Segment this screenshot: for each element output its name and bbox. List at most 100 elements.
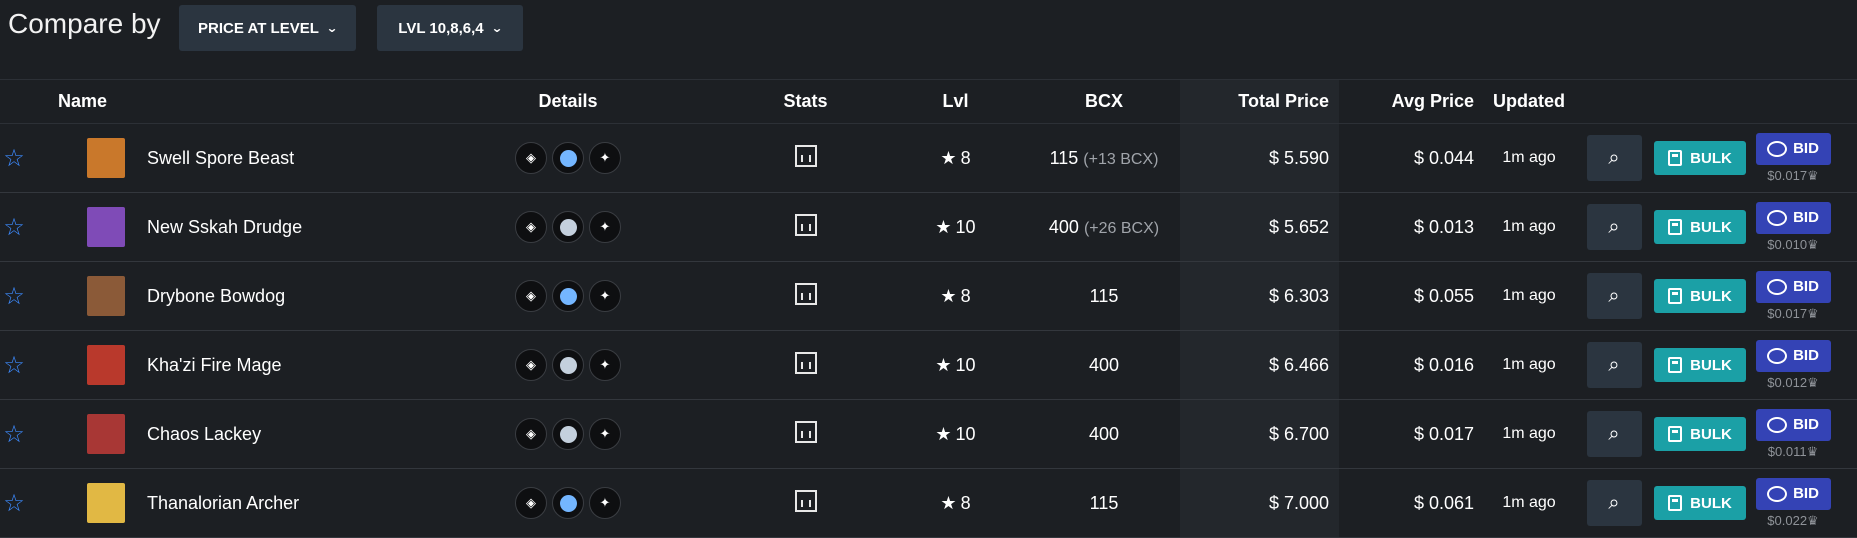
bid-button[interactable]: BID <box>1755 339 1831 372</box>
bid-price-value: $0.017 <box>1767 305 1808 321</box>
compare-dropdown[interactable]: PRICE AT LEVEL ⌄ <box>179 5 356 51</box>
stats-icon[interactable] <box>794 282 817 305</box>
coins-icon <box>1767 209 1788 226</box>
favorite-star-icon[interactable]: ☆ <box>0 192 28 262</box>
bid-button[interactable]: BID <box>1755 201 1831 234</box>
avg-price: $ 0.061 <box>1339 468 1484 538</box>
level-star-icon: ★ <box>935 216 952 237</box>
bulk-label: BULK <box>1690 218 1732 236</box>
bulk-label: BULK <box>1690 425 1732 443</box>
edition-icon: ◈ <box>515 211 547 243</box>
skull-icon: ✦ <box>589 211 621 243</box>
card-name: New Sskah Drudge <box>147 216 303 237</box>
search-button[interactable]: ⌕ <box>1586 273 1642 319</box>
bid-label: BID <box>1793 140 1819 157</box>
total-price: $ 6.466 <box>1180 330 1339 400</box>
top-bar: Compare by PRICE AT LEVEL ⌄ LVL 10,8,6,4 ⌄ <box>0 0 1857 78</box>
bid-button[interactable]: BID <box>1755 270 1831 303</box>
bid-price: $0.017♛ <box>1767 306 1818 322</box>
stats-icon[interactable] <box>794 420 817 443</box>
chevron-down-icon: ⌄ <box>325 21 338 35</box>
search-icon: ⌕ <box>1608 353 1620 376</box>
crossed-swords-icon: ✦ <box>589 418 621 450</box>
rarity-dot-icon <box>552 418 584 450</box>
calculator-icon <box>1668 150 1683 166</box>
card-avatar <box>87 345 125 385</box>
card-bcx: 400 <box>1088 354 1120 375</box>
level-star-icon: ★ <box>935 354 952 375</box>
card-details: ◈ ✦ <box>448 211 688 243</box>
favorite-star-icon[interactable]: ☆ <box>0 330 28 400</box>
edition-icon: ◈ <box>515 280 547 312</box>
edition-icon: ◈ <box>515 487 547 519</box>
table-row[interactable]: ☆ Thanalorian Archer ◈ ✦ ★ 8 115 $ 7.000 … <box>0 468 1857 538</box>
avg-price: $ 0.055 <box>1339 261 1484 331</box>
coins-icon <box>1767 278 1788 295</box>
stats-icon[interactable] <box>794 213 817 236</box>
favorite-star-icon[interactable]: ☆ <box>0 399 28 469</box>
bid-price: $0.022♛ <box>1767 513 1818 529</box>
bid-button[interactable]: BID <box>1755 477 1831 510</box>
search-icon: ⌕ <box>1608 284 1620 307</box>
card-name: Chaos Lackey <box>147 423 262 444</box>
crown-icon: ♛ <box>1807 374 1819 390</box>
card-level: 8 <box>960 492 971 513</box>
bid-price: $0.011♛ <box>1768 444 1818 460</box>
bulk-label: BULK <box>1690 149 1732 167</box>
col-level: Lvl <box>883 79 1028 124</box>
card-level: 10 <box>955 216 976 237</box>
table-header: Name Details Stats Lvl BCX Total Price A… <box>0 79 1857 124</box>
search-button[interactable]: ⌕ <box>1586 411 1642 457</box>
crossed-swords-icon: ✦ <box>589 280 621 312</box>
search-button[interactable]: ⌕ <box>1586 204 1642 250</box>
level-dropdown[interactable]: LVL 10,8,6,4 ⌄ <box>377 5 523 51</box>
calculator-icon <box>1668 426 1683 442</box>
table-row[interactable]: ☆ Swell Spore Beast ◈ ✦ ★ 8 115 (+13 BCX)… <box>0 123 1857 193</box>
search-button[interactable]: ⌕ <box>1586 480 1642 526</box>
search-icon: ⌕ <box>1608 215 1620 238</box>
level-dropdown-label: LVL 10,8,6,4 <box>398 19 484 37</box>
table-row[interactable]: ☆ Drybone Bowdog ◈ ✦ ★ 8 115 $ 6.303 $ 0.… <box>0 261 1857 331</box>
bulk-label: BULK <box>1690 494 1732 512</box>
stats-icon[interactable] <box>794 489 817 512</box>
card-bcx-extra: (+26 BCX) <box>1083 219 1160 237</box>
bid-button[interactable]: BID <box>1755 408 1831 441</box>
col-stats: Stats <box>728 79 883 124</box>
avg-price: $ 0.017 <box>1339 399 1484 469</box>
rarity-dot-icon <box>552 280 584 312</box>
card-avatar <box>87 276 125 316</box>
sparkle-icon: ✦ <box>589 487 621 519</box>
search-button[interactable]: ⌕ <box>1586 342 1642 388</box>
search-button[interactable]: ⌕ <box>1586 135 1642 181</box>
crown-icon: ♛ <box>1806 443 1819 459</box>
bid-price: $0.010♛ <box>1767 237 1818 253</box>
crown-icon: ♛ <box>1807 236 1819 252</box>
bid-price-value: $0.017 <box>1767 167 1808 183</box>
bid-label: BID <box>1793 485 1819 502</box>
favorite-star-icon[interactable]: ☆ <box>0 468 28 538</box>
chevron-down-icon: ⌄ <box>490 21 503 35</box>
stats-icon[interactable] <box>794 351 817 374</box>
bid-button[interactable]: BID <box>1755 132 1831 165</box>
table-row[interactable]: ☆ Chaos Lackey ◈ ✦ ★ 10 400 $ 6.700 $ 0.0… <box>0 399 1857 469</box>
col-name: Name <box>28 79 448 124</box>
favorite-star-icon[interactable]: ☆ <box>0 123 28 193</box>
rarity-dot-icon <box>552 211 584 243</box>
rarity-dot-icon <box>552 142 584 174</box>
bid-label: BID <box>1793 416 1819 433</box>
level-star-icon: ★ <box>940 147 957 168</box>
total-price: $ 6.303 <box>1180 261 1339 331</box>
crown-icon: ♛ <box>1807 167 1819 183</box>
table-row[interactable]: ☆ Kha'zi Fire Mage ◈ ✦ ★ 10 400 $ 6.466 $… <box>0 330 1857 400</box>
calculator-icon <box>1668 357 1683 373</box>
compare-dropdown-label: PRICE AT LEVEL <box>198 19 319 37</box>
rarity-dot-icon <box>552 487 584 519</box>
favorite-star-icon[interactable]: ☆ <box>0 261 28 331</box>
updated-time: 1m ago <box>1484 468 1574 538</box>
stats-icon[interactable] <box>794 144 817 167</box>
level-star-icon: ★ <box>935 423 952 444</box>
table-row[interactable]: ☆ New Sskah Drudge ◈ ✦ ★ 10 400 (+26 BCX)… <box>0 192 1857 262</box>
coins-icon <box>1767 485 1788 502</box>
card-level: 10 <box>955 354 976 375</box>
card-details: ◈ ✦ <box>448 418 688 450</box>
